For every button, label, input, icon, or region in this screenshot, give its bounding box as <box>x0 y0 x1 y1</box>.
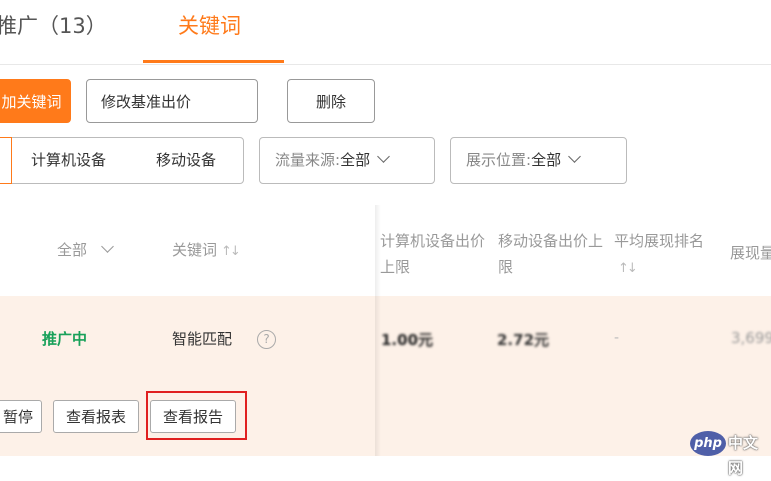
highlight-box <box>146 391 247 440</box>
add-keyword-button[interactable]: 加关键词 <box>0 79 71 123</box>
status-filter-value: 全部 <box>57 241 88 259</box>
modify-base-bid-button[interactable]: 修改基准出价 ! <box>86 79 329 123</box>
tab-promotion[interactable]: 推广（13） <box>0 0 107 52</box>
display-position-label: 展示位置: <box>466 151 532 169</box>
status-filter-dropdown[interactable]: 全部 <box>42 228 143 272</box>
impressions-cell: 3,699 <box>731 329 771 347</box>
php-logo: php <box>690 431 726 456</box>
view-table-button[interactable]: 查看报表 <box>53 400 139 433</box>
pc-bid-cell: 1.00元 <box>381 331 434 349</box>
traffic-source-value: 全部 <box>340 151 371 169</box>
chevron-down-icon <box>568 150 581 163</box>
display-position-dropdown[interactable]: 展示位置:全部 <box>450 137 627 184</box>
sort-icon[interactable]: ↑↓ <box>221 239 241 265</box>
watermark-text: 中文网 <box>728 434 759 477</box>
tab-keywords[interactable]: 关键词 <box>178 0 241 52</box>
column-header-avg-rank-label: 平均展现排名 <box>614 232 705 250</box>
device-filter-group: 计算机设备 移动设备 <box>0 137 244 184</box>
traffic-source-dropdown[interactable]: 流量来源:全部 <box>259 137 435 184</box>
device-option-mobile[interactable]: 移动设备 <box>156 138 216 183</box>
avg-rank-cell: - <box>614 330 620 346</box>
watermark: php 中文网 <box>690 431 771 477</box>
column-header-keyword-label: 关键词 <box>172 241 218 259</box>
mobile-bid-cell: 2.72元 <box>497 331 550 349</box>
column-header-impressions: 展现量 <box>730 244 771 262</box>
pause-button[interactable]: 暂停 <box>0 400 42 433</box>
keyword-cell: 智能匹配 <box>172 330 233 348</box>
chevron-down-icon <box>101 240 114 253</box>
status-badge: 推广中 <box>42 330 88 348</box>
traffic-source-label: 流量来源: <box>275 151 341 169</box>
sort-icon[interactable]: ↑↓ <box>618 256 638 282</box>
column-header-avg-rank[interactable]: 平均展现排名 ↑↓ <box>614 228 722 282</box>
active-tab-indicator <box>143 60 284 63</box>
device-option-pc[interactable]: 计算机设备 <box>31 138 106 183</box>
display-position-value: 全部 <box>531 151 562 169</box>
column-header-mobile-bid: 移动设备出价上限 <box>498 232 604 276</box>
delete-button[interactable]: 删除 <box>287 79 375 123</box>
modify-base-bid-label: 修改基准出价 <box>101 93 192 111</box>
chevron-down-icon <box>377 150 390 163</box>
column-header-keyword[interactable]: 关键词 ↑↓ <box>172 237 241 265</box>
tab-bar: 推广（13） 关键词 <box>0 0 771 65</box>
help-icon[interactable]: ? <box>257 330 276 349</box>
device-option-all[interactable] <box>0 137 12 184</box>
column-header-pc-bid: 计算机设备出价上限 <box>380 232 486 276</box>
